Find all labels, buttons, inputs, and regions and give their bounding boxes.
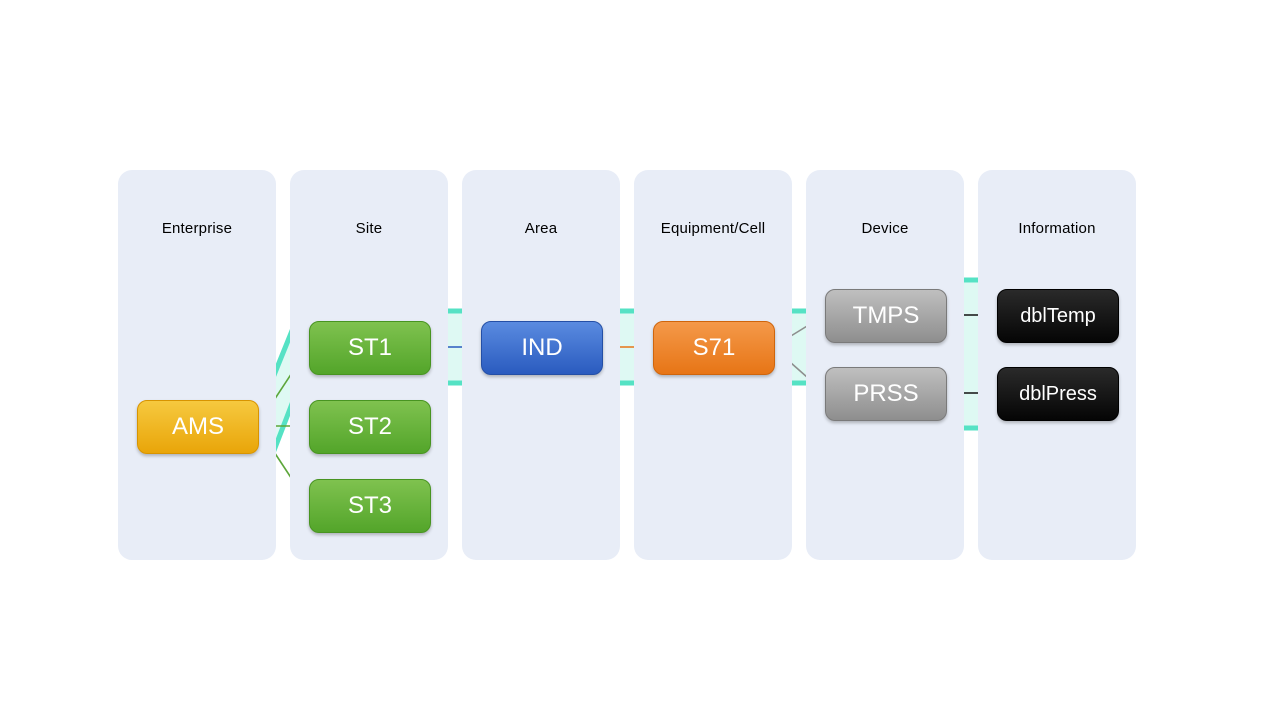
node-label-dbltemp: dblTemp — [1020, 305, 1096, 328]
column-enterprise: Enterprise — [118, 170, 276, 560]
node-label-st3: ST3 — [348, 492, 392, 520]
column-label-enterprise: Enterprise — [118, 220, 276, 237]
node-label-dblpress: dblPress — [1019, 383, 1097, 406]
node-st1[interactable]: ST1 — [309, 321, 431, 375]
node-ams[interactable]: AMS — [137, 400, 259, 454]
node-label-prss: PRSS — [853, 380, 918, 408]
column-label-site: Site — [290, 220, 448, 237]
node-prss[interactable]: PRSS — [825, 367, 947, 421]
node-label-ind: IND — [521, 334, 562, 362]
node-label-s71: S71 — [693, 334, 736, 362]
node-label-st1: ST1 — [348, 334, 392, 362]
column-label-info: Information — [978, 220, 1136, 237]
column-device: Device — [806, 170, 964, 560]
node-label-tmps: TMPS — [853, 302, 920, 330]
node-label-ams: AMS — [172, 413, 224, 441]
column-label-device: Device — [806, 220, 964, 237]
column-label-equip: Equipment/Cell — [634, 220, 792, 237]
node-dblpress[interactable]: dblPress — [997, 367, 1119, 421]
column-info: Information — [978, 170, 1136, 560]
node-st3[interactable]: ST3 — [309, 479, 431, 533]
node-tmps[interactable]: TMPS — [825, 289, 947, 343]
diagram-stage: Enterprise Site Area Equipment/Cell Device In… — [0, 0, 1280, 720]
node-label-st2: ST2 — [348, 413, 392, 441]
column-label-area: Area — [462, 220, 620, 237]
node-dbltemp[interactable]: dblTemp — [997, 289, 1119, 343]
node-s71[interactable]: S71 — [653, 321, 775, 375]
node-ind[interactable]: IND — [481, 321, 603, 375]
node-st2[interactable]: ST2 — [309, 400, 431, 454]
